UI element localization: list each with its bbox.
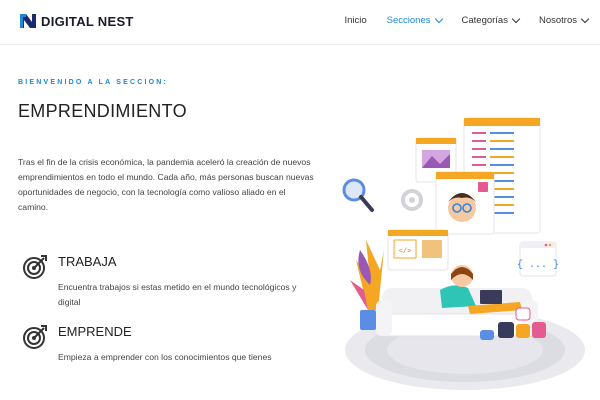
feature-title: TRABAJA: [58, 254, 117, 269]
target-icon: [23, 255, 47, 279]
target-icon: [23, 325, 47, 349]
feature-emprende: EMPRENDE Empieza a emprender con los con…: [22, 324, 302, 374]
chevron-down-icon: [511, 14, 521, 24]
intro-paragraph: Tras el fin de la crisis económica, la p…: [18, 157, 314, 212]
page-title: EMPRENDIMIENTO: [18, 101, 187, 121]
logo-mark-icon: [18, 11, 38, 31]
nav-label: Inicio: [344, 15, 367, 26]
chevron-down-icon: [580, 14, 590, 24]
nav-item-nosotros[interactable]: Nosotros: [538, 14, 590, 26]
feature-description: Encuentra trabajos si estas metido en el…: [58, 282, 297, 307]
chevron-down-icon: [434, 14, 443, 24]
main-nav: Inicio Secciones Categorías Nosotros: [324, 14, 590, 26]
feature-title: EMPRENDE: [58, 324, 132, 339]
tag-glyph: </>: [399, 248, 412, 256]
nav-item-inicio[interactable]: Inicio: [344, 15, 366, 26]
nav-item-categorias[interactable]: Categorías: [461, 14, 521, 26]
code-glyph: { ... }: [517, 259, 559, 271]
developer-workspace-illustration: </> { ... }: [342, 117, 585, 390]
nav-label: Secciones: [386, 15, 431, 26]
feature-trabaja: TRABAJA Encuentra trabajos si estas meti…: [22, 254, 302, 314]
section-subtitle: BIENVENIDO A LA SECCION:: [18, 79, 169, 86]
nav-label: Nosotros: [538, 15, 577, 26]
site-header: DIGITAL NEST Inicio Secciones Categorías…: [0, 0, 600, 45]
brand-name: DIGITAL NEST: [41, 13, 134, 29]
brand-logo[interactable]: DIGITAL NEST: [18, 11, 134, 31]
feature-description: Empieza a emprender con los conocimiento…: [58, 352, 272, 362]
nav-label: Categorías: [461, 15, 508, 26]
nav-item-secciones[interactable]: Secciones: [386, 14, 443, 26]
